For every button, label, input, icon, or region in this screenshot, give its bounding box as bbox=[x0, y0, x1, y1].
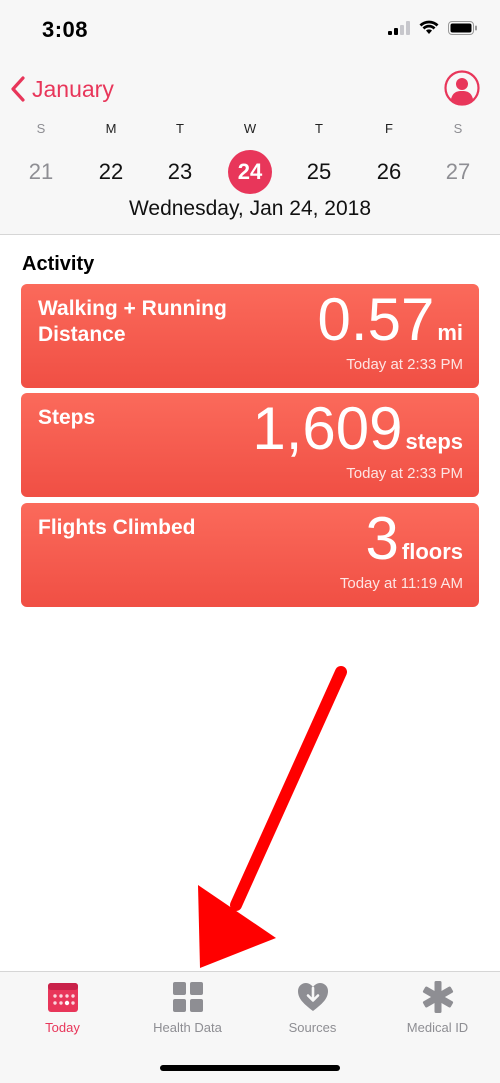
tab-health-data[interactable]: Health Data bbox=[125, 980, 250, 1035]
wifi-icon bbox=[419, 20, 439, 34]
heart-download-icon bbox=[297, 983, 328, 1011]
card-number: 1,609 bbox=[252, 395, 403, 462]
asterisk-icon bbox=[422, 981, 453, 1013]
profile-button[interactable] bbox=[444, 70, 480, 106]
steps-card[interactable]: Steps 1,609 steps Today at 2:33 PM bbox=[21, 393, 479, 497]
card-number: 0.57 bbox=[317, 286, 435, 353]
weekday-thursday: T bbox=[315, 121, 323, 136]
profile-icon bbox=[444, 70, 480, 106]
card-unit: floors bbox=[401, 539, 463, 564]
card-value: 3 floors bbox=[366, 505, 464, 573]
card-value: 1,609 steps bbox=[252, 395, 463, 463]
header-area: 3:08 January S M T W T F S 21 22 23 24 2… bbox=[0, 0, 500, 235]
tab-label: Medical ID bbox=[406, 1020, 469, 1035]
activity-section-title: Activity bbox=[22, 253, 95, 275]
tab-label: Sources bbox=[288, 1020, 337, 1035]
weekday-tuesday: T bbox=[176, 121, 184, 136]
flights-climbed-card[interactable]: Flights Climbed 3 floors Today at 11:19 A… bbox=[21, 503, 479, 607]
tab-today[interactable]: Today bbox=[0, 980, 125, 1035]
home-indicator bbox=[160, 1065, 340, 1071]
weekday-wednesday: W bbox=[243, 121, 257, 136]
status-icons bbox=[388, 20, 478, 35]
weekday-monday: M bbox=[105, 121, 117, 136]
weekday-sunday: S bbox=[36, 121, 46, 136]
card-number: 3 bbox=[365, 505, 399, 572]
weekday-friday: F bbox=[385, 121, 393, 136]
status-bar: 3:08 bbox=[0, 0, 500, 60]
tab-sources[interactable]: Sources bbox=[250, 980, 375, 1035]
card-timestamp: Today at 2:33 PM bbox=[346, 356, 463, 373]
day-23[interactable]: 23 bbox=[158, 150, 202, 194]
tab-label: Health Data bbox=[153, 1020, 222, 1035]
status-time: 3:08 bbox=[42, 17, 89, 42]
card-title: Walking + Running Distance bbox=[38, 297, 227, 346]
card-timestamp: Today at 11:19 AM bbox=[339, 575, 463, 592]
tab-medical-id[interactable]: Medical ID bbox=[375, 980, 500, 1035]
battery-icon bbox=[448, 20, 477, 35]
calendar-icon bbox=[47, 983, 78, 1012]
day-21[interactable]: 21 bbox=[19, 150, 63, 194]
day-27[interactable]: 27 bbox=[436, 150, 480, 194]
card-timestamp: Today at 2:33 PM bbox=[346, 465, 463, 482]
grid-icon bbox=[172, 982, 203, 1012]
cellular-signal-icon bbox=[388, 20, 410, 35]
selected-date-label: Wednesday, Jan 24, 2018 bbox=[128, 197, 372, 220]
back-label: January bbox=[32, 75, 114, 102]
day-22[interactable]: 22 bbox=[89, 150, 133, 194]
card-title: Flights Climbed bbox=[38, 516, 196, 539]
card-value: 0.57 mi bbox=[318, 286, 463, 354]
day-26[interactable]: 26 bbox=[367, 150, 411, 194]
back-to-january-button[interactable]: January bbox=[10, 72, 114, 106]
chevron-left-icon bbox=[11, 76, 25, 102]
weekday-saturday: S bbox=[453, 121, 463, 136]
card-unit: mi bbox=[437, 320, 463, 345]
tab-label: Today bbox=[45, 1020, 80, 1035]
day-25[interactable]: 25 bbox=[297, 150, 341, 194]
card-unit: steps bbox=[405, 429, 463, 454]
card-title: Steps bbox=[38, 406, 96, 429]
day-24-selected[interactable]: 24 bbox=[228, 150, 272, 194]
walking-running-distance-card[interactable]: Walking + Running Distance 0.57 mi Today … bbox=[21, 284, 479, 388]
